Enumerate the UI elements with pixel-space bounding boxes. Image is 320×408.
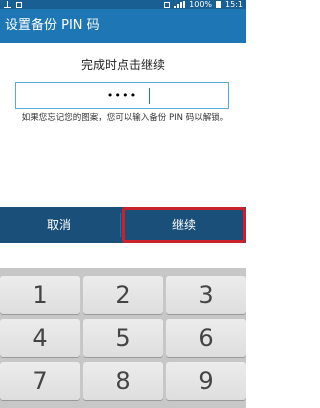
- battery-icon: [216, 1, 222, 8]
- screen: 100% 15:1 设置备份 PIN 码 完成时点击继续 •••• 如果您忘记您…: [0, 0, 246, 408]
- key-2[interactable]: 2: [83, 276, 163, 314]
- text-cursor: [149, 88, 150, 104]
- notification-icon: [16, 1, 22, 8]
- pin-masked-value: ••••: [106, 89, 138, 102]
- clock: 15:1: [225, 0, 243, 9]
- continue-button[interactable]: 继续: [122, 207, 246, 243]
- key-7[interactable]: 7: [0, 362, 80, 400]
- numeric-keypad: 1 2 3 4 5 6 7 8 9: [0, 268, 246, 408]
- status-bar: 100% 15:1: [0, 0, 246, 9]
- key-8[interactable]: 8: [83, 362, 163, 400]
- hint-text: 如果您忘记您的图案，您可以输入备份 PIN 码以解锁。: [21, 113, 229, 123]
- cancel-button[interactable]: 取消: [0, 207, 118, 243]
- key-9[interactable]: 9: [166, 362, 246, 400]
- pin-input[interactable]: ••••: [15, 82, 229, 109]
- status-right-icons: 100% 15:1: [164, 0, 243, 9]
- key-6[interactable]: 6: [166, 319, 246, 357]
- action-bar: 取消 继续: [0, 207, 246, 243]
- status-left-icons: [4, 0, 22, 9]
- battery-percent: 100%: [189, 0, 213, 9]
- page-title: 设置备份 PIN 码: [5, 18, 100, 33]
- sim-icon: [164, 1, 171, 8]
- key-4[interactable]: 4: [0, 319, 80, 357]
- signal-icon: [174, 1, 186, 8]
- title-bar: 设置备份 PIN 码: [0, 9, 246, 43]
- instruction-text: 完成时点击继续: [80, 58, 165, 72]
- key-5[interactable]: 5: [83, 319, 163, 357]
- usb-icon: [4, 1, 11, 8]
- key-3[interactable]: 3: [166, 276, 246, 314]
- action-divider: [120, 213, 121, 237]
- key-1[interactable]: 1: [0, 276, 80, 314]
